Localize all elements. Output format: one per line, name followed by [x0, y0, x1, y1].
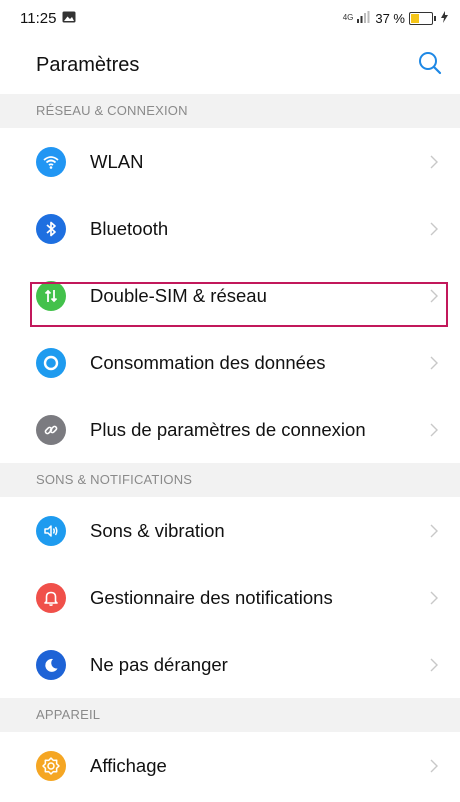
chevron-right-icon — [424, 219, 444, 239]
chevron-right-icon — [424, 521, 444, 541]
settings-item-label: WLAN — [90, 150, 144, 172]
display-icon — [36, 750, 66, 781]
status-bar: 11:25 4G 37 % — [0, 0, 460, 36]
settings-item-label: Plus de paramètres de connexion — [90, 418, 366, 440]
section-header-network: RÉSEAU & CONNEXION — [0, 94, 460, 128]
settings-item-bluetooth[interactable]: Bluetooth — [0, 195, 460, 262]
network-type: 4G — [342, 13, 354, 22]
settings-item-label: Sons & vibration — [90, 519, 225, 541]
settings-item-sounds[interactable]: Sons & vibration — [0, 497, 460, 564]
search-icon[interactable] — [418, 51, 442, 80]
settings-item-dual-sim[interactable]: Double-SIM & réseau — [0, 262, 460, 329]
chevron-right-icon — [424, 655, 444, 675]
charging-icon — [441, 10, 448, 26]
section-header-sounds: SONS & NOTIFICATIONS — [0, 463, 460, 497]
battery-percent: 37 % — [375, 10, 405, 26]
settings-item-label: Gestionnaire des notifications — [90, 586, 333, 608]
gallery-notification-icon — [62, 10, 76, 27]
chevron-right-icon — [424, 420, 444, 440]
settings-item-label: Affichage — [90, 754, 167, 776]
battery-level — [411, 13, 420, 23]
settings-item-data-usage[interactable]: Consommation des données — [0, 329, 460, 396]
bell-icon — [36, 582, 66, 613]
chevron-right-icon — [424, 588, 444, 608]
bluetooth-icon — [36, 213, 66, 244]
chevron-right-icon — [424, 152, 444, 172]
chevron-right-icon — [424, 286, 444, 306]
sound-icon — [36, 515, 66, 546]
chevron-right-icon — [424, 353, 444, 373]
link-icon — [36, 414, 66, 445]
data-usage-icon — [36, 347, 66, 378]
settings-item-do-not-disturb[interactable]: Ne pas déranger — [0, 631, 460, 698]
app-header: Paramètres — [0, 36, 460, 94]
battery-icon — [409, 11, 436, 25]
settings-item-label: Double-SIM & réseau — [90, 284, 267, 306]
page-title: Paramètres — [36, 53, 140, 76]
settings-item-notifications[interactable]: Gestionnaire des notifications — [0, 564, 460, 631]
settings-item-display[interactable]: Affichage — [0, 732, 460, 799]
signal-icon — [357, 10, 371, 26]
chevron-right-icon — [424, 756, 444, 776]
settings-item-more-connection[interactable]: Plus de paramètres de connexion — [0, 396, 460, 463]
settings-item-label: Consommation des données — [90, 351, 326, 373]
dual-sim-icon — [36, 280, 66, 311]
settings-item-label: Ne pas déranger — [90, 653, 228, 675]
section-header-device: APPAREIL — [0, 698, 460, 732]
wifi-icon — [36, 146, 66, 177]
settings-item-label: Bluetooth — [90, 217, 169, 239]
status-time: 11:25 — [20, 9, 57, 27]
moon-icon — [36, 649, 66, 680]
settings-item-wlan[interactable]: WLAN — [0, 128, 460, 195]
